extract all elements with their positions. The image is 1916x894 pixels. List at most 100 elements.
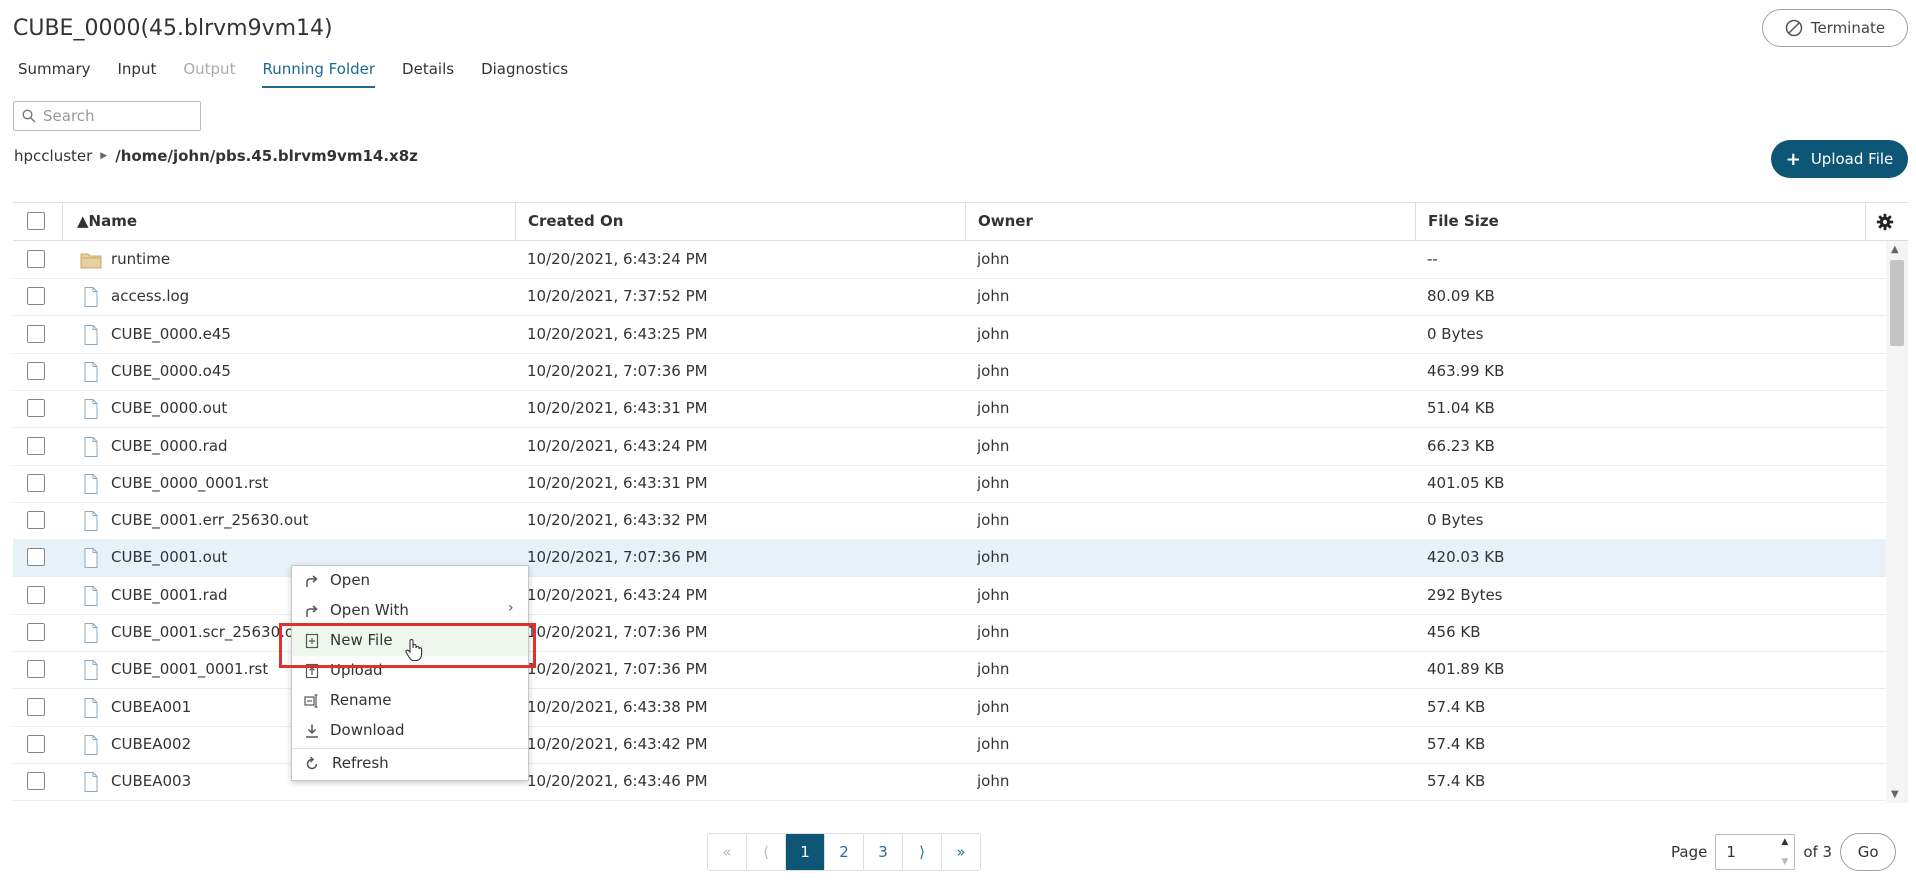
file-name[interactable]: CUBE_0001_0001.rst bbox=[111, 651, 268, 688]
menu-item-download[interactable]: Download bbox=[292, 716, 528, 746]
table-row[interactable]: CUBE_0000.o45 10/20/2021, 7:07:36 PM john 4… bbox=[13, 353, 1888, 391]
file-icon bbox=[84, 734, 98, 755]
file-name[interactable]: CUBE_0000.out bbox=[111, 390, 227, 427]
tab-running-folder[interactable]: Running Folder bbox=[262, 60, 376, 88]
created-on: 10/20/2021, 7:37:52 PM bbox=[527, 287, 708, 306]
row-checkbox[interactable] bbox=[27, 660, 45, 679]
page-button-2[interactable]: 2 bbox=[825, 834, 864, 870]
row-checkbox[interactable] bbox=[27, 361, 45, 380]
scroll-down-icon[interactable]: ▼ bbox=[1891, 789, 1899, 800]
open-icon bbox=[306, 575, 318, 587]
table-row[interactable]: access.log 10/20/2021, 7:37:52 PM john 80.0… bbox=[13, 278, 1888, 317]
last-page-button[interactable]: » bbox=[942, 834, 980, 870]
row-checkbox[interactable] bbox=[27, 287, 45, 306]
column-header-created[interactable]: Created On bbox=[528, 203, 623, 240]
terminate-button[interactable]: Terminate bbox=[1762, 9, 1908, 47]
tab-summary[interactable]: Summary bbox=[18, 60, 91, 88]
search-input[interactable] bbox=[41, 106, 195, 126]
owner: john bbox=[977, 511, 1010, 530]
file-name[interactable]: CUBE_0001.err_25630.out bbox=[111, 502, 309, 539]
row-checkbox[interactable] bbox=[27, 324, 45, 343]
select-all-checkbox[interactable] bbox=[27, 212, 45, 230]
row-checkbox[interactable] bbox=[27, 250, 45, 268]
created-on: 10/20/2021, 7:07:36 PM bbox=[527, 361, 708, 380]
first-page-button: « bbox=[708, 834, 747, 870]
row-checkbox[interactable] bbox=[27, 623, 45, 641]
tab-details[interactable]: Details bbox=[402, 60, 454, 88]
menu-item-rename[interactable]: Rename bbox=[292, 686, 528, 716]
scrollbar-thumb[interactable] bbox=[1890, 260, 1904, 346]
file-name[interactable]: CUBEA001 bbox=[111, 689, 191, 726]
file-size: 0 Bytes bbox=[1427, 324, 1484, 343]
row-checkbox[interactable] bbox=[27, 399, 45, 418]
table-row[interactable]: runtime 10/20/2021, 6:43:24 PM john -- bbox=[13, 241, 1888, 279]
menu-item-label: Open With bbox=[330, 601, 409, 619]
menu-item-open-with[interactable]: Open With › bbox=[292, 596, 528, 626]
file-name[interactable]: CUBE_0000.rad bbox=[111, 428, 228, 465]
file-name[interactable]: access.log bbox=[111, 278, 189, 315]
table-row[interactable]: CUBE_0001.err_25630.out 10/20/2021, 6:43:… bbox=[13, 502, 1888, 541]
row-checkbox[interactable] bbox=[27, 473, 45, 492]
file-size: 0 Bytes bbox=[1427, 511, 1484, 530]
tab-input[interactable]: Input bbox=[118, 60, 157, 88]
owner: john bbox=[977, 399, 1010, 418]
file-name[interactable]: CUBE_0001.rad bbox=[111, 577, 228, 614]
owner: john bbox=[977, 436, 1010, 455]
table-row[interactable]: CUBE_0000.out 10/20/2021, 6:43:31 PM john 5… bbox=[13, 390, 1888, 429]
page-number-input[interactable] bbox=[1724, 842, 1779, 862]
tab-diagnostics[interactable]: Diagnostics bbox=[481, 60, 568, 88]
owner: john bbox=[977, 324, 1010, 343]
spinner-down-icon[interactable]: ▼ bbox=[1781, 857, 1788, 867]
page-button-3[interactable]: 3 bbox=[864, 834, 903, 870]
plus-icon: + bbox=[1785, 148, 1801, 170]
file-name[interactable]: CUBE_0000.o45 bbox=[111, 353, 231, 390]
row-checkbox[interactable] bbox=[27, 772, 45, 791]
file-name[interactable]: runtime bbox=[111, 241, 170, 278]
file-name[interactable]: CUBE_0000_0001.rst bbox=[111, 465, 268, 502]
row-checkbox[interactable] bbox=[27, 734, 45, 753]
file-icon bbox=[84, 436, 98, 457]
created-on: 10/20/2021, 6:43:32 PM bbox=[527, 511, 708, 530]
row-checkbox[interactable] bbox=[27, 697, 45, 716]
spinner-up-icon[interactable]: ▲ bbox=[1781, 837, 1788, 847]
file-icon bbox=[84, 623, 98, 643]
file-size: 401.05 KB bbox=[1427, 473, 1505, 492]
row-checkbox[interactable] bbox=[27, 548, 45, 567]
file-name[interactable]: CUBE_0001.out bbox=[111, 539, 227, 576]
file-name[interactable]: CUBE_0000.e45 bbox=[111, 316, 231, 353]
breadcrumb-root[interactable]: hpccluster bbox=[14, 147, 92, 165]
column-header-owner[interactable]: Owner bbox=[978, 203, 1033, 240]
created-on: 10/20/2021, 6:43:24 PM bbox=[527, 585, 708, 604]
file-name[interactable]: CUBEA002 bbox=[111, 726, 191, 763]
page-button-1[interactable]: 1 bbox=[786, 834, 825, 870]
column-header-size[interactable]: File Size bbox=[1428, 203, 1499, 240]
ban-icon bbox=[1785, 19, 1803, 37]
gear-icon[interactable] bbox=[1876, 213, 1894, 231]
row-checkbox[interactable] bbox=[27, 585, 45, 604]
file-size: 57.4 KB bbox=[1427, 734, 1486, 753]
menu-item-refresh[interactable]: Refresh bbox=[292, 749, 528, 779]
page-number-field[interactable]: ▲ ▼ bbox=[1715, 834, 1796, 870]
go-button[interactable]: Go bbox=[1840, 833, 1897, 871]
next-page-button[interactable]: ⟩ bbox=[903, 834, 942, 870]
terminate-label: Terminate bbox=[1810, 19, 1886, 37]
file-icon bbox=[84, 361, 98, 382]
file-name[interactable]: CUBEA003 bbox=[111, 763, 191, 800]
table-row[interactable]: CUBE_0000_0001.rst 10/20/2021, 6:43:31 PM… bbox=[13, 465, 1888, 503]
open-with-icon bbox=[306, 605, 318, 617]
column-header-name[interactable]: ▲Name bbox=[77, 203, 137, 240]
search-box[interactable] bbox=[13, 101, 201, 131]
table-row[interactable]: CUBE_0000.rad 10/20/2021, 6:43:24 PM john 6… bbox=[13, 428, 1888, 466]
file-size: 401.89 KB bbox=[1427, 660, 1505, 679]
owner: john bbox=[977, 697, 1010, 716]
row-checkbox[interactable] bbox=[27, 511, 45, 530]
menu-item-open[interactable]: Open bbox=[292, 566, 528, 596]
page-title: CUBE_0000(45.blrvm9vm14) bbox=[13, 16, 333, 41]
created-on: 10/20/2021, 6:43:25 PM bbox=[527, 324, 708, 343]
row-checkbox[interactable] bbox=[27, 436, 45, 455]
table-row[interactable]: CUBE_0000.e45 10/20/2021, 6:43:25 PM john 0… bbox=[13, 316, 1888, 354]
file-icon bbox=[84, 697, 98, 718]
chevron-right-icon: ▶ bbox=[100, 151, 108, 161]
upload-file-button[interactable]: + Upload File bbox=[1771, 140, 1908, 178]
scroll-up-icon[interactable]: ▲ bbox=[1891, 244, 1899, 255]
